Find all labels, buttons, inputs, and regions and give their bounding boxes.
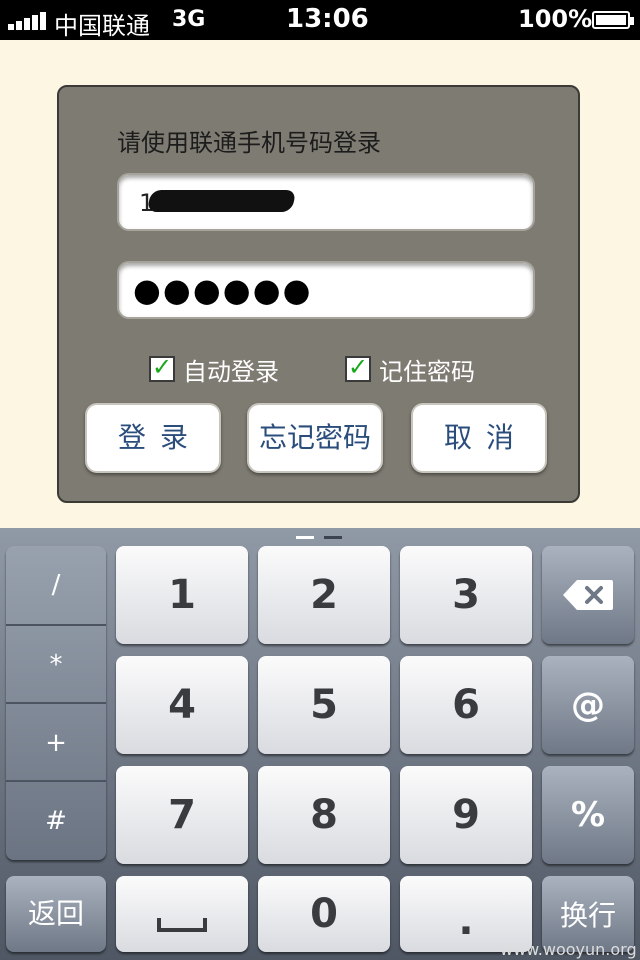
network-type: 3G — [172, 7, 206, 32]
backspace-key[interactable] — [542, 546, 634, 644]
key-4[interactable]: 4 — [116, 656, 248, 754]
remember-password-option[interactable]: ✓ 记住密码 — [345, 353, 475, 386]
status-bar: 中国联通 3G 13:06 100% — [0, 0, 640, 40]
numeric-keyboard: / * + # 1 2 3 4 5 6 @ 7 8 9 % 返回 0 . 换行 … — [0, 528, 640, 960]
password-value: ●●●●●● — [133, 271, 313, 309]
auto-login-label: 自动登录 — [183, 357, 279, 386]
key-7[interactable]: 7 — [116, 766, 248, 864]
key-0[interactable]: 0 — [258, 876, 390, 952]
redaction-scribble — [146, 190, 297, 212]
key-plus[interactable]: + — [6, 702, 106, 780]
battery-percentage: 100% — [518, 5, 593, 33]
checkmark-icon: ✓ — [152, 353, 173, 381]
phone-number-input[interactable]: 1 — [117, 173, 535, 231]
auto-login-checkbox[interactable]: ✓ — [149, 353, 175, 382]
key-8[interactable]: 8 — [258, 766, 390, 864]
key-percent[interactable]: % — [542, 766, 634, 864]
cancel-button[interactable]: 取消 — [411, 403, 547, 473]
status-time: 13:06 — [286, 4, 369, 34]
carrier-name: 中国联通 — [54, 12, 150, 40]
key-slash[interactable]: / — [6, 546, 106, 624]
remember-password-label: 记住密码 — [379, 357, 475, 386]
login-button[interactable]: 登录 — [85, 403, 221, 473]
space-icon — [157, 918, 207, 932]
key-hash[interactable]: # — [6, 780, 106, 858]
checkmark-icon: ✓ — [348, 353, 369, 381]
signal-strength-icon — [8, 12, 48, 30]
login-panel: 请使用联通手机号码登录 1 ●●●●●● ✓ 自动登录 ✓ 记住密码 登录 忘记… — [57, 85, 580, 503]
auto-login-option[interactable]: ✓ 自动登录 — [149, 353, 279, 386]
password-input[interactable]: ●●●●●● — [117, 261, 535, 319]
key-asterisk[interactable]: * — [6, 624, 106, 702]
login-title: 请使用联通手机号码登录 — [117, 129, 381, 157]
remember-password-checkbox[interactable]: ✓ — [345, 353, 371, 382]
symbol-column: / * + # — [6, 546, 106, 860]
key-1[interactable]: 1 — [116, 546, 248, 644]
battery-icon — [592, 11, 634, 29]
key-5[interactable]: 5 — [258, 656, 390, 754]
key-at[interactable]: @ — [542, 656, 634, 754]
watermark: www.wooyun.org — [500, 940, 637, 959]
app-background: 请使用联通手机号码登录 1 ●●●●●● ✓ 自动登录 ✓ 记住密码 登录 忘记… — [0, 40, 640, 528]
keyboard-page-indicator — [296, 536, 346, 540]
space-key[interactable] — [116, 876, 248, 952]
key-2[interactable]: 2 — [258, 546, 390, 644]
key-3[interactable]: 3 — [400, 546, 532, 644]
backspace-icon — [563, 580, 613, 610]
key-9[interactable]: 9 — [400, 766, 532, 864]
back-key[interactable]: 返回 — [6, 876, 106, 952]
forgot-password-button[interactable]: 忘记密码 — [247, 403, 383, 473]
key-6[interactable]: 6 — [400, 656, 532, 754]
